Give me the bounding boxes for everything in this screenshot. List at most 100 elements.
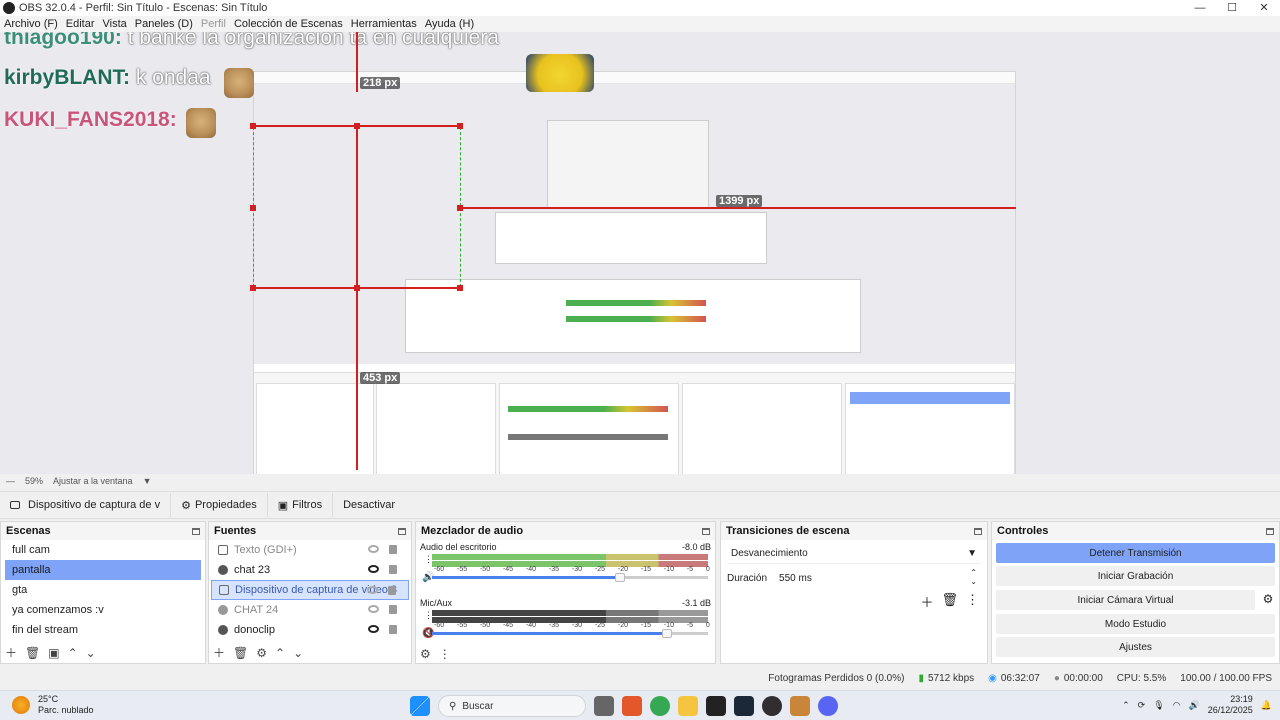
app-icon[interactable] (790, 696, 810, 716)
source-properties-icon[interactable]: ⚙ (256, 646, 267, 660)
zoom-fit-button[interactable]: Ajustar a la ventana (53, 476, 133, 486)
menu-perfil[interactable]: Perfil (197, 18, 230, 30)
zoom-dropdown-icon[interactable]: ▼ (143, 476, 152, 486)
taskbar-search[interactable]: ⚲ Buscar (438, 695, 586, 717)
menu-archivo[interactable]: Archivo (F) (0, 18, 62, 30)
resize-handle[interactable] (250, 123, 256, 129)
resize-handle[interactable] (457, 285, 463, 291)
properties-button[interactable]: ⚙ Propiedades (170, 493, 267, 517)
source-item-selected[interactable]: Dispositivo de captura de video 3 (211, 580, 409, 600)
undock-icon[interactable] (974, 527, 982, 535)
advanced-audio-icon[interactable]: ⚙ (420, 647, 431, 661)
sync-icon[interactable]: ⟳ (1138, 700, 1146, 711)
transition-menu-icon[interactable]: ⋮ (966, 592, 979, 611)
start-virtual-camera-button[interactable]: Iniciar Cámara Virtual (996, 590, 1255, 610)
studio-mode-button[interactable]: Modo Estudio (996, 614, 1275, 634)
menu-paneles[interactable]: Paneles (D) (131, 18, 197, 30)
zoom-minus-button[interactable]: — (6, 476, 15, 486)
menu-herramientas[interactable]: Herramientas (347, 18, 421, 30)
duration-input[interactable]: 550 ms (779, 573, 812, 584)
lock-icon[interactable] (388, 586, 396, 595)
remove-scene-icon[interactable]: 🗑 (25, 646, 40, 660)
resize-handle[interactable] (250, 285, 256, 291)
wifi-icon[interactable]: ◠ (1173, 700, 1181, 711)
move-up-icon[interactable]: ⌃ (68, 646, 78, 660)
volume-slider-knob[interactable] (615, 573, 625, 582)
source-item[interactable]: donoclip (211, 620, 409, 640)
transition-select[interactable]: Desvanecimiento ▼ (727, 544, 981, 564)
distance-label-bottom: 453 px (360, 372, 401, 384)
brave-icon[interactable] (622, 696, 642, 716)
deactivate-button[interactable]: Desactivar (332, 493, 405, 517)
add-transition-icon[interactable]: ＋ (920, 592, 933, 611)
task-view-icon[interactable] (594, 696, 614, 716)
resize-handle[interactable] (354, 285, 360, 291)
scene-item[interactable]: fin del stream (5, 620, 201, 640)
chrome-icon[interactable] (650, 696, 670, 716)
resize-handle[interactable] (354, 123, 360, 129)
scene-item[interactable]: gta (5, 580, 201, 600)
source-item[interactable]: CHAT 24 (211, 600, 409, 620)
microphone-icon[interactable]: 🎙 (1153, 700, 1164, 711)
remove-source-icon[interactable]: 🗑 (233, 646, 248, 660)
menu-ayuda[interactable]: Ayuda (H) (421, 18, 478, 30)
discord-icon[interactable] (818, 696, 838, 716)
volume-slider[interactable] (432, 573, 708, 582)
clock[interactable]: 23:19 26/12/2025 (1208, 694, 1253, 716)
undock-icon[interactable] (702, 527, 710, 535)
tray-overflow-icon[interactable]: ⌃ (1122, 700, 1130, 711)
volume-icon[interactable]: 🔊 (1189, 700, 1200, 711)
source-item[interactable]: Texto (GDI+) (211, 540, 409, 560)
scene-item-selected[interactable]: pantalla (5, 560, 201, 580)
undock-icon[interactable] (1266, 527, 1274, 535)
visibility-eye-icon[interactable] (367, 586, 378, 594)
menu-editar[interactable]: Editar (62, 18, 99, 30)
resize-handle[interactable] (457, 123, 463, 129)
scene-item[interactable]: ya comenzamos :v (5, 600, 201, 620)
file-explorer-icon[interactable] (678, 696, 698, 716)
add-source-icon[interactable]: ＋ (213, 644, 225, 661)
duration-stepper[interactable]: ⌃ ⌄ (970, 568, 977, 586)
visibility-eye-icon[interactable] (368, 545, 379, 553)
move-down-icon[interactable]: ⌄ (86, 646, 96, 660)
lock-icon[interactable] (389, 565, 397, 574)
maximize-button[interactable]: ☐ (1216, 0, 1248, 16)
add-scene-icon[interactable]: ＋ (5, 644, 17, 661)
volume-slider-knob[interactable] (662, 629, 672, 638)
move-up-icon[interactable]: ⌃ (275, 646, 285, 660)
minimize-button[interactable]: — (1184, 0, 1216, 16)
visibility-eye-icon[interactable] (368, 565, 379, 573)
obs-taskbar-icon[interactable] (762, 696, 782, 716)
lock-icon[interactable] (389, 545, 397, 554)
windows-start-icon[interactable] (410, 696, 430, 716)
visibility-eye-icon[interactable] (368, 625, 379, 633)
zoom-level[interactable]: 59% (25, 476, 43, 486)
mixer-menu-icon[interactable]: ⋮ (439, 647, 451, 661)
resize-handle[interactable] (457, 205, 463, 211)
menu-vista[interactable]: Vista (99, 18, 131, 30)
steam-icon[interactable] (734, 696, 754, 716)
filters-button[interactable]: ▣ Filtros (266, 493, 332, 517)
filters-icon[interactable]: ▣ (48, 646, 59, 660)
lock-icon[interactable] (389, 625, 397, 634)
notification-bell-icon[interactable]: 🔔 (1261, 700, 1272, 711)
resize-handle[interactable] (250, 205, 256, 211)
stop-streaming-button[interactable]: Detener Transmisión (996, 543, 1275, 563)
remove-transition-icon[interactable]: 🗑 (941, 592, 958, 611)
menu-coleccion-escenas[interactable]: Colección de Escenas (230, 18, 347, 30)
visibility-eye-icon[interactable] (368, 605, 379, 613)
undock-icon[interactable] (192, 527, 200, 535)
epic-games-icon[interactable] (706, 696, 726, 716)
weather-widget[interactable]: 25°C Parc. nublado (12, 694, 94, 716)
lock-icon[interactable] (389, 605, 397, 614)
move-down-icon[interactable]: ⌄ (293, 646, 303, 660)
program-preview[interactable]: thiagoo190: t banke la organizacion ta e… (0, 32, 1280, 474)
scene-item[interactable]: full cam (5, 540, 201, 560)
undock-icon[interactable] (398, 527, 406, 535)
virtual-camera-settings-icon[interactable]: ⚙ (1257, 592, 1279, 606)
settings-button[interactable]: Ajustes (996, 637, 1275, 657)
volume-slider[interactable] (432, 629, 708, 638)
close-button[interactable]: ✕ (1248, 0, 1280, 16)
source-item[interactable]: chat 23 (211, 560, 409, 580)
start-recording-button[interactable]: Iniciar Grabación (996, 566, 1275, 586)
